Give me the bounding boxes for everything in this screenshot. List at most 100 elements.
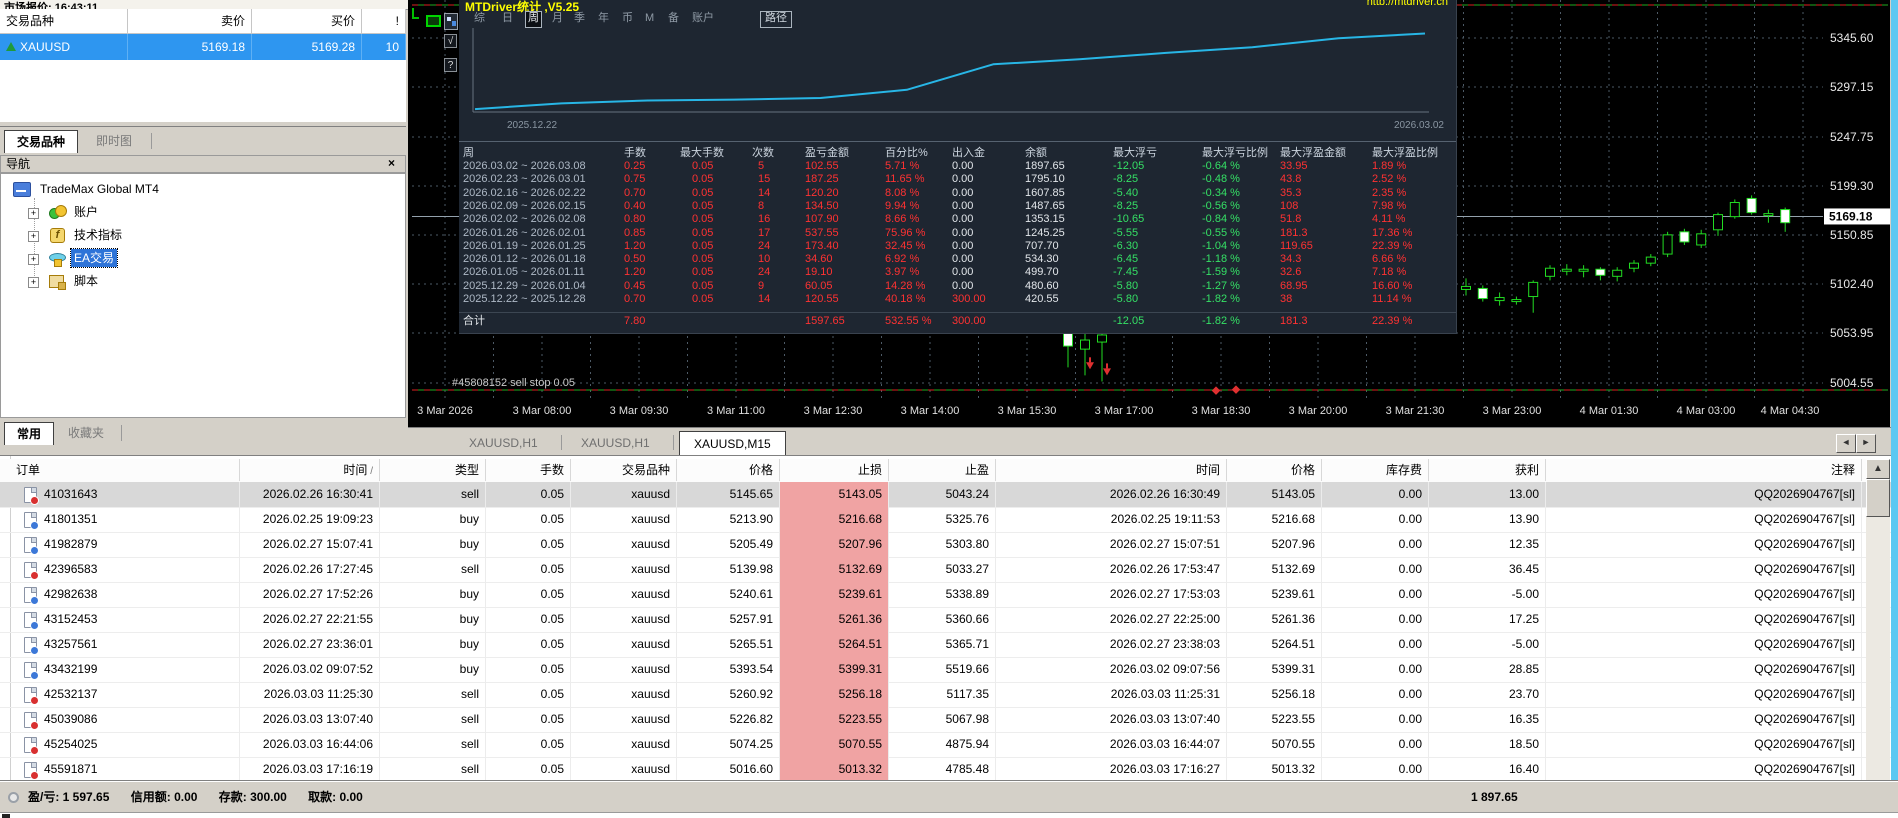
stats-cell: 0.05	[692, 266, 713, 279]
candle	[1098, 335, 1107, 342]
stats-row[interactable]: 2026.01.05 ~ 2026.01.111.200.052419.103.…	[459, 266, 1456, 279]
stats-cell: 16	[758, 213, 770, 226]
cell-close_time: 2026.02.26 16:30:49	[996, 482, 1227, 507]
time-axis-label: 3 Mar 11:00	[707, 405, 765, 417]
table-row[interactable]: 452540252026.03.03 16:44:06sell0.05xauus…	[0, 732, 1898, 758]
orders-scrollbar[interactable]: ▲ ▼	[1866, 459, 1890, 809]
table-row[interactable]: 455918712026.03.03 17:16:19sell0.05xauus…	[0, 757, 1898, 783]
tab-scroll-left-icon[interactable]: ◄	[1836, 434, 1856, 453]
cell-lots: 0.05	[486, 557, 571, 582]
order-doc-icon	[24, 737, 37, 753]
cell-open_time: 2026.02.27 17:52:26	[240, 582, 380, 607]
chart-window-tabs: XAUUSD,H1 XAUUSD,H1 XAUUSD,M15 ◄►	[408, 427, 1898, 456]
table-row[interactable]: 423965832026.02.26 17:27:45sell0.05xauus…	[0, 557, 1898, 583]
cell-type: sell	[380, 482, 486, 507]
orders-col-0[interactable]: 订单	[10, 459, 240, 481]
stats-row[interactable]: 2025.12.29 ~ 2026.01.040.450.05960.0514.…	[459, 280, 1456, 293]
orders-col-12[interactable]: 注释	[1546, 459, 1862, 481]
candle	[1630, 263, 1639, 268]
cell-close_time: 2026.02.27 23:38:03	[996, 632, 1227, 657]
stats-cell: 181.3	[1280, 227, 1308, 240]
stats-tab-账户[interactable]: 账户	[690, 11, 716, 26]
question-icon[interactable]: ?	[444, 58, 457, 72]
stats-total-cell: 1597.65	[805, 315, 845, 328]
orders-col-9[interactable]: 价格	[1227, 459, 1322, 481]
table-row[interactable]: 450390862026.03.03 13:07:40sell0.05xauus…	[0, 707, 1898, 733]
candle	[1579, 269, 1588, 271]
stats-row[interactable]: 2026.02.16 ~ 2026.02.220.700.0514120.208…	[459, 187, 1456, 200]
order-doc-icon	[24, 512, 37, 528]
cell-symbol: xauusd	[571, 657, 677, 682]
stats-cell: 2026.03.02 ~ 2026.03.08	[463, 160, 586, 173]
stats-row[interactable]: 2026.01.26 ~ 2026.02.010.850.0517537.557…	[459, 227, 1456, 240]
tab-scroll-right-icon[interactable]: ►	[1856, 434, 1876, 453]
stats-tab-备[interactable]: 备	[666, 11, 681, 26]
stats-row[interactable]: 2026.03.02 ~ 2026.03.080.250.055102.555.…	[459, 160, 1456, 173]
stats-cell: 707.70	[1025, 240, 1059, 253]
cell-close_price: 5132.69	[1227, 557, 1322, 582]
candle	[1546, 268, 1555, 276]
buy-dot-icon	[30, 521, 39, 530]
window-edge	[1891, 0, 1898, 780]
stats-tab-月[interactable]: 月	[550, 11, 565, 26]
table-row[interactable]: 425321372026.03.03 11:25:30sell0.05xauus…	[0, 682, 1898, 708]
stats-row[interactable]: 2026.01.19 ~ 2026.01.251.200.0524173.403…	[459, 240, 1456, 253]
orders-col-3[interactable]: 手数	[486, 459, 571, 481]
stats-row[interactable]: 2026.01.12 ~ 2026.01.180.500.051034.606.…	[459, 253, 1456, 266]
deposit-summary: 存款: 300.00	[219, 790, 287, 804]
stats-cell: 0.05	[692, 227, 713, 240]
equity-curve-line	[475, 34, 1425, 110]
stats-row[interactable]: 2026.02.02 ~ 2026.02.080.800.0516107.908…	[459, 213, 1456, 226]
price-axis-label: 5102.40	[1830, 277, 1874, 291]
orders-col-4[interactable]: 交易品种	[571, 459, 677, 481]
cell-sl: 5223.55	[780, 707, 889, 732]
stats-cell: 420.55	[1025, 293, 1059, 306]
table-row[interactable]: 419828792026.02.27 15:07:41buy0.05xauusd…	[0, 532, 1898, 558]
orders-col-10[interactable]: 库存费	[1322, 459, 1429, 481]
stats-row[interactable]: 2026.02.09 ~ 2026.02.150.400.058134.509.…	[459, 200, 1456, 213]
cell-close_price: 5013.32	[1227, 757, 1322, 782]
stats-cell: -1.18 %	[1202, 253, 1240, 266]
order-number: 41982879	[44, 537, 97, 551]
orders-col-8[interactable]: 时间	[996, 459, 1227, 481]
cell-sl: 5070.55	[780, 732, 889, 757]
stats-row[interactable]: 2025.12.22 ~ 2025.12.280.700.0514120.554…	[459, 293, 1456, 306]
stats-tab-年[interactable]: 年	[596, 11, 611, 26]
doc-fold	[31, 663, 36, 668]
stats-tab-币[interactable]: 币	[620, 11, 635, 26]
table-row[interactable]: 432575612026.02.27 23:36:01buy0.05xauusd…	[0, 632, 1898, 658]
orders-col-11[interactable]: 获利	[1429, 459, 1546, 481]
chart-tab-0[interactable]: XAUUSD,H1	[455, 431, 552, 455]
stats-cell: 0.05	[692, 280, 713, 293]
scrollbar-thumb[interactable]	[1866, 479, 1890, 517]
chart-corner-glyph-icon	[412, 8, 419, 19]
cell-swap: 0.00	[1322, 532, 1429, 557]
table-row[interactable]: 410316432026.02.26 16:30:41sell0.05xauus…	[0, 482, 1898, 508]
stats-tab-日[interactable]: 日	[500, 11, 515, 26]
orders-col-5[interactable]: 价格	[677, 459, 780, 481]
scroll-up-icon[interactable]: ▲	[1866, 459, 1890, 479]
orders-col-2[interactable]: 类型	[380, 459, 486, 481]
green-square-icon[interactable]	[426, 15, 441, 27]
stats-tab-季[interactable]: 季	[572, 11, 587, 26]
stats-row[interactable]: 2026.02.23 ~ 2026.03.010.750.0515187.251…	[459, 173, 1456, 186]
chart-tab-1[interactable]: XAUUSD,H1	[567, 431, 664, 455]
check-icon[interactable]: √	[444, 34, 457, 48]
orders-col-6[interactable]: 止损	[780, 459, 889, 481]
orders-col-1[interactable]: 时间 /	[240, 459, 380, 481]
stats-tab-M[interactable]: M	[643, 11, 656, 26]
orders-col-7[interactable]: 止盈	[889, 459, 996, 481]
table-row[interactable]: 429826382026.02.27 17:52:26buy0.05xauusd…	[0, 582, 1898, 608]
cell-symbol: xauusd	[571, 707, 677, 732]
stats-cell: 35.3	[1280, 187, 1301, 200]
image-icon[interactable]	[444, 13, 458, 30]
buy-dot-icon	[30, 621, 39, 630]
order-number: 43257561	[44, 637, 97, 651]
table-row[interactable]: 431524532026.02.27 22:21:55buy0.05xauusd…	[0, 607, 1898, 633]
table-row[interactable]: 434321992026.03.02 09:07:52buy0.05xauusd…	[0, 657, 1898, 683]
stats-tab-综[interactable]: 综	[472, 11, 487, 26]
table-row[interactable]: 418013512026.02.25 19:09:23buy0.05xauusd…	[0, 507, 1898, 533]
tab-divider	[121, 425, 122, 441]
cell-open_time: 2026.02.26 17:27:45	[240, 557, 380, 582]
chart-tab-2[interactable]: XAUUSD,M15	[679, 431, 786, 456]
